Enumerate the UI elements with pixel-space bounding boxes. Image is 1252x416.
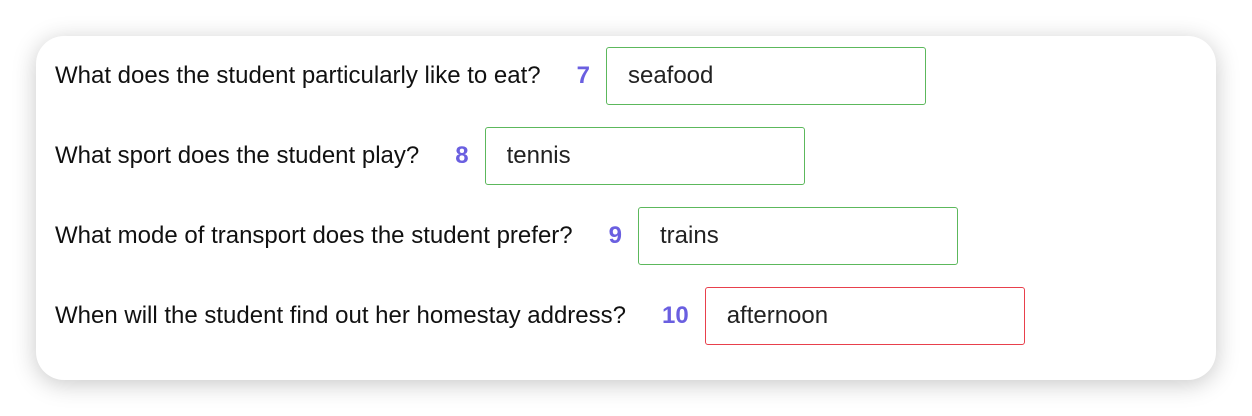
- answer-input[interactable]: tennis: [484, 127, 805, 185]
- answer-input[interactable]: seafood: [605, 47, 926, 105]
- question-text: What does the student particularly like …: [55, 62, 541, 89]
- question-card: What does the student particularly like …: [36, 36, 1216, 380]
- question-number: 10: [661, 302, 689, 329]
- question-text: What sport does the student play?: [55, 142, 420, 169]
- question-number: 9: [608, 222, 622, 249]
- question-row: What mode of transport does the student …: [55, 207, 958, 265]
- question-number: 8: [455, 142, 469, 169]
- answer-input[interactable]: afternoon: [704, 287, 1025, 345]
- answer-input[interactable]: trains: [638, 207, 958, 265]
- question-text: What mode of transport does the student …: [55, 222, 573, 249]
- question-text: When will the student find out her homes…: [55, 302, 626, 329]
- question-number: 7: [576, 62, 590, 89]
- question-row: What does the student particularly like …: [55, 47, 926, 105]
- question-row: When will the student find out her homes…: [55, 287, 1025, 345]
- question-row: What sport does the student play? 8 tenn…: [55, 127, 805, 185]
